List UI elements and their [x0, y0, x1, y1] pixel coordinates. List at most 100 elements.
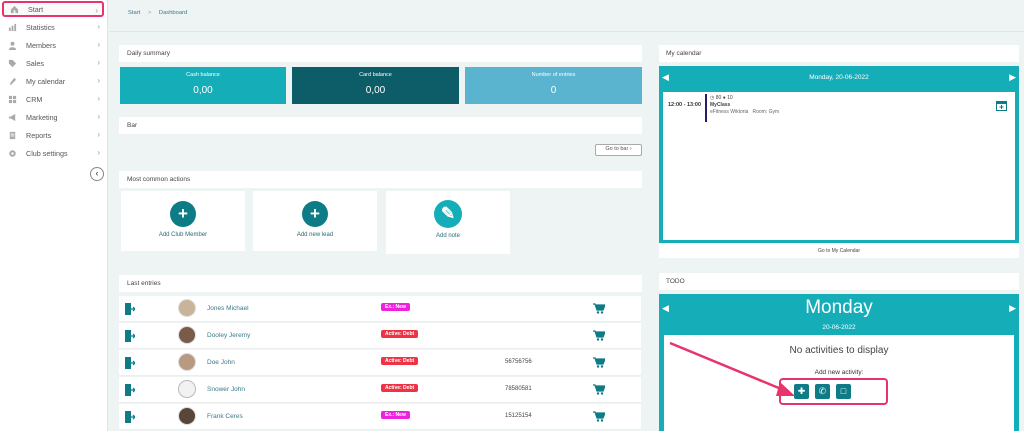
card-value: 0,00 [193, 85, 213, 96]
sidebar-item-reports[interactable]: Reports › [2, 127, 104, 143]
sidebar-item-label: My calendar [26, 76, 66, 86]
calendar-footer: Go to My Calendar [659, 243, 1019, 258]
daily-summary-header: Daily summary [119, 45, 642, 62]
card-title: Card balance [359, 72, 392, 78]
add-note-button[interactable]: ✎ Add note [386, 191, 510, 254]
cash-balance-card: Cash balance 0,00 [120, 67, 286, 104]
sidebar-item-label: Members [26, 40, 56, 50]
sidebar-item-label: CRM [26, 94, 43, 104]
plus-icon: + [170, 201, 196, 227]
calendar-event-icon[interactable]: □ [835, 384, 851, 399]
table-row[interactable]: Jones Michael Ex.: New [119, 296, 641, 322]
entry-door-icon [125, 384, 135, 396]
chevron-right-icon: › [97, 22, 100, 31]
table-row[interactable]: Frank Ceres Ex.: New 15125154 [119, 404, 641, 430]
report-icon [8, 131, 17, 140]
chevron-right-icon: › [97, 58, 100, 67]
member-name[interactable]: Snower John [207, 386, 245, 393]
annotation-arrow-icon [669, 341, 795, 396]
avatar [178, 326, 196, 344]
table-row[interactable]: Dooley Jeremy Active: Debt [119, 323, 641, 349]
person-icon: ● [722, 95, 726, 101]
entry-door-icon [125, 330, 135, 342]
status-badge: Ex.: New [381, 411, 410, 419]
sidebar-item-crm[interactable]: CRM › [2, 91, 104, 107]
calendar-day-body: 12:00 - 13:00 ◷ 80 ● 10 MyClass eFitness… [663, 92, 1015, 240]
avatar [178, 299, 196, 317]
event-time: 12:00 - 13:00 [668, 102, 702, 108]
chevron-right-icon: › [97, 148, 100, 157]
cart-icon[interactable] [593, 411, 605, 422]
member-name[interactable]: Frank Ceres [207, 413, 243, 420]
sidebar-item-marketing[interactable]: Marketing › [2, 109, 104, 125]
event-capacity: 80 [715, 95, 722, 101]
cart-icon[interactable] [593, 303, 605, 314]
sidebar-item-start[interactable]: Start › [2, 1, 104, 17]
go-to-bar-button[interactable]: Go to bar › [595, 144, 642, 156]
sidebar-item-club-settings[interactable]: Club settings › [2, 145, 104, 161]
event-booked: 10 [727, 95, 733, 101]
table-row[interactable]: Doe John Active: Debt 56756756 [119, 350, 641, 376]
gear-icon [8, 149, 17, 158]
breadcrumb-separator: > [147, 10, 152, 16]
cart-icon[interactable] [593, 330, 605, 341]
last-entries-header: Last entries [119, 275, 642, 292]
chevron-right-icon: › [95, 6, 98, 15]
sidebar: Start › Statistics › Members › Sales › M… [0, 0, 108, 431]
sidebar-item-statistics[interactable]: Statistics › [2, 19, 104, 35]
plus-icon: + [302, 201, 328, 227]
person-icon [8, 41, 17, 50]
next-day-arrow-icon[interactable]: ▶ [1009, 72, 1016, 83]
sidebar-item-sales[interactable]: Sales › [2, 55, 104, 71]
bar-chart-icon [8, 23, 17, 32]
avatar [178, 353, 196, 371]
calendar-add-icon[interactable] [996, 100, 1007, 111]
member-phone: 15125154 [505, 413, 532, 419]
event-card[interactable]: ◷ 80 ● 10 MyClass eFitness Wiktoria Room… [710, 95, 779, 115]
cart-icon[interactable] [593, 357, 605, 368]
avatar [178, 407, 196, 425]
next-day-arrow-icon[interactable]: ▶ [1009, 303, 1016, 314]
entries-card: Number of entries 0 [465, 67, 642, 104]
sidebar-item-label: Reports [26, 130, 52, 140]
daily-summary-title: Daily summary [127, 50, 170, 57]
phone-add-icon[interactable]: ✆ [814, 384, 830, 399]
sidebar-item-my-calendar[interactable]: My calendar › [2, 73, 104, 89]
member-name[interactable]: Dooley Jeremy [207, 332, 250, 339]
collapse-sidebar-button[interactable]: ‹ [90, 167, 104, 181]
member-phone: 56756756 [505, 359, 532, 365]
member-name[interactable]: Doe John [207, 359, 235, 366]
todo-header: TODO [659, 273, 1019, 290]
status-badge: Active: Debt [381, 357, 419, 365]
chevron-right-icon: › [97, 112, 100, 121]
breadcrumb: Start > Dashboard [128, 10, 187, 16]
last-entries-title: Last entries [127, 280, 161, 287]
breadcrumb-start[interactable]: Start [128, 10, 140, 16]
sidebar-item-label: Sales [26, 58, 44, 68]
table-row[interactable]: Snower John Active: Debt 78580581 [119, 377, 641, 403]
sidebar-item-label: Start [28, 4, 44, 14]
action-label: Add new lead [296, 232, 334, 238]
member-name[interactable]: Jones Michael [207, 305, 249, 312]
chevron-right-icon: › [97, 76, 100, 85]
entry-door-icon [125, 411, 135, 423]
chevron-right-icon: › [97, 130, 100, 139]
pen-icon [8, 77, 17, 86]
sidebar-item-members[interactable]: Members › [2, 37, 104, 53]
chevron-left-icon: ‹ [95, 168, 99, 178]
calendar-widget: ◀ Monday, 20-06-2022 ▶ 12:00 - 13:00 ◷ 8… [659, 66, 1019, 243]
calendar-date: Monday, 20-06-2022 [809, 74, 869, 81]
go-to-bar-label: Go to bar [605, 146, 629, 152]
event-name: MyClass [710, 102, 731, 108]
action-label: Add note [435, 233, 461, 239]
go-to-my-calendar-link[interactable]: Go to My Calendar [659, 248, 1019, 254]
tag-icon [8, 59, 17, 68]
add-new-lead-button[interactable]: + Add new lead [253, 191, 377, 251]
calendar-header: My calendar [659, 45, 1019, 62]
cart-icon[interactable] [593, 384, 605, 395]
home-icon [10, 5, 19, 14]
note-icon: ✎ [434, 200, 462, 228]
add-club-member-button[interactable]: + Add Club Member [121, 191, 245, 251]
status-badge: Ex.: New [381, 303, 410, 311]
chevron-right-icon: › [97, 94, 100, 103]
